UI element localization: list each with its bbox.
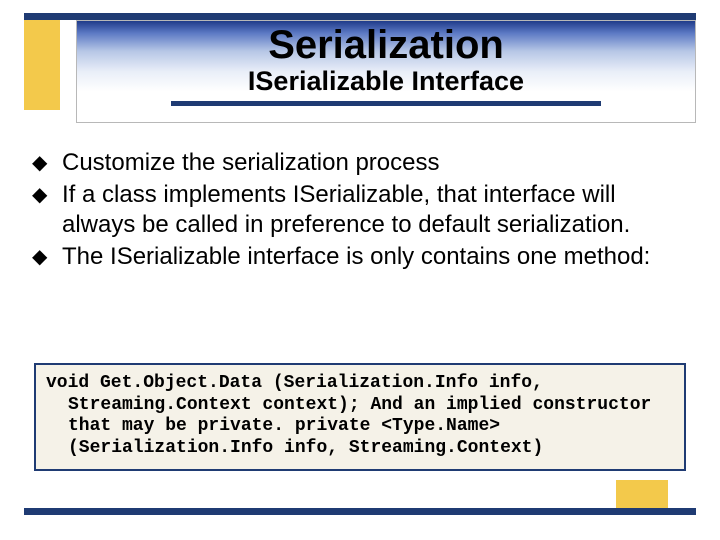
title-block: Serialization ISerializable Interface bbox=[76, 20, 696, 123]
code-line: (Serialization.Info info, Streaming.Cont… bbox=[46, 438, 674, 460]
bullet-text: If a class implements ISerializable, tha… bbox=[62, 180, 692, 240]
code-line: Streaming.Context context); And an impli… bbox=[46, 395, 674, 417]
bullet-icon: ◆ bbox=[28, 148, 62, 178]
bullet-text: Customize the serialization process bbox=[62, 148, 692, 178]
bullet-icon: ◆ bbox=[28, 242, 62, 272]
slide-subtitle: ISerializable Interface bbox=[248, 66, 524, 97]
code-block: void Get.Object.Data (Serialization.Info… bbox=[34, 363, 686, 471]
bullet-item: ◆ If a class implements ISerializable, t… bbox=[28, 180, 692, 240]
accent-block-top bbox=[24, 20, 60, 110]
top-border-bar bbox=[24, 13, 696, 20]
bullet-item: ◆ The ISerializable interface is only co… bbox=[28, 242, 692, 272]
subtitle-underline bbox=[171, 101, 601, 106]
code-line: that may be private. private <Type.Name> bbox=[46, 416, 674, 438]
bullet-item: ◆ Customize the serialization process bbox=[28, 148, 692, 178]
bottom-border-bar bbox=[24, 508, 696, 515]
bullet-text: The ISerializable interface is only cont… bbox=[62, 242, 692, 272]
bullet-icon: ◆ bbox=[28, 180, 62, 210]
code-line: void Get.Object.Data (Serialization.Info… bbox=[46, 373, 543, 393]
content-area: ◆ Customize the serialization process ◆ … bbox=[28, 148, 692, 274]
accent-block-bottom bbox=[616, 480, 668, 508]
slide-title: Serialization bbox=[268, 23, 504, 68]
